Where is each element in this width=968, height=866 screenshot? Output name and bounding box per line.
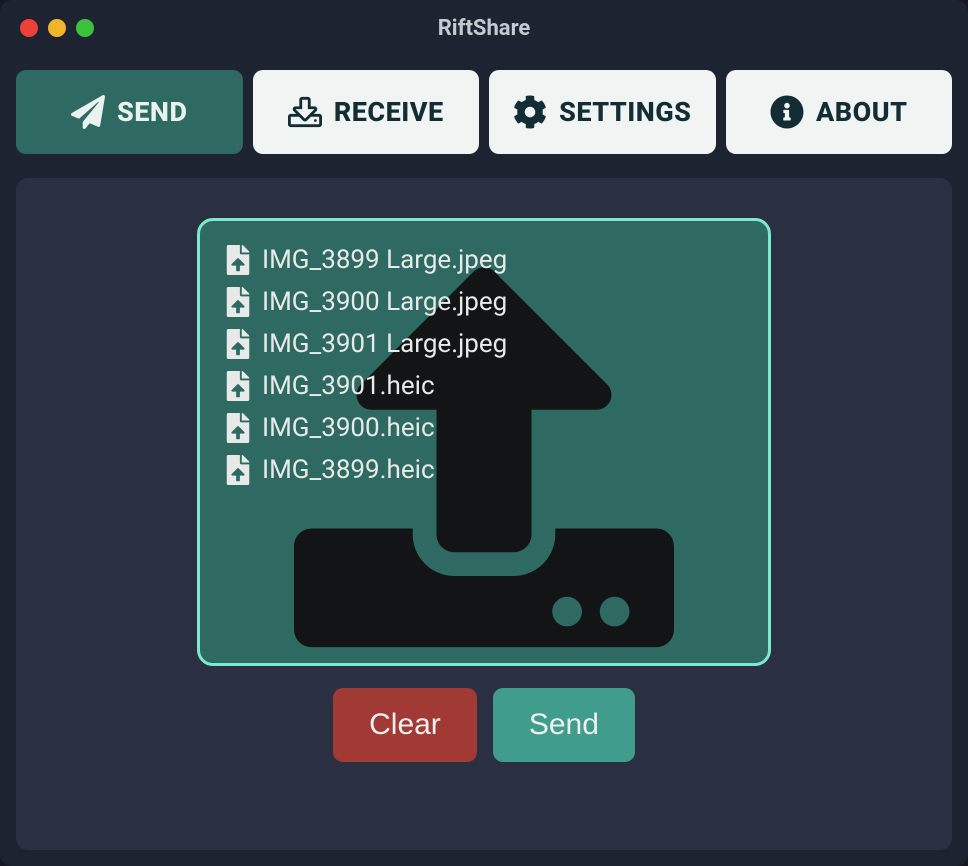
window-controls <box>20 19 94 37</box>
file-list: IMG_3899 Large.jpeg IMG_3900 Large.jpeg … <box>200 221 768 509</box>
minimize-button[interactable] <box>48 19 66 37</box>
clear-button[interactable]: Clear <box>333 688 477 762</box>
maximize-button[interactable] <box>76 19 94 37</box>
file-upload-icon <box>226 371 250 401</box>
file-item[interactable]: IMG_3900 Large.jpeg <box>226 287 742 317</box>
info-icon <box>770 95 804 129</box>
file-item[interactable]: IMG_3899.heic <box>226 455 742 485</box>
file-name: IMG_3899 Large.jpeg <box>262 245 507 275</box>
file-item[interactable]: IMG_3899 Large.jpeg <box>226 245 742 275</box>
tab-about-label: ABOUT <box>816 96 908 128</box>
file-upload-icon <box>226 413 250 443</box>
action-buttons: Clear Send <box>333 688 635 762</box>
file-item[interactable]: IMG_3901.heic <box>226 371 742 401</box>
send-button[interactable]: Send <box>493 688 635 762</box>
tab-settings-label: SETTINGS <box>559 96 691 128</box>
file-upload-icon <box>226 287 250 317</box>
file-name: IMG_3899.heic <box>262 455 435 485</box>
file-upload-icon <box>226 329 250 359</box>
tab-send-label: SEND <box>117 96 187 128</box>
file-name: IMG_3900 Large.jpeg <box>262 287 507 317</box>
download-icon <box>288 95 322 129</box>
file-item[interactable]: IMG_3900.heic <box>226 413 742 443</box>
tab-receive[interactable]: RECEIVE <box>253 70 480 154</box>
file-name: IMG_3901 Large.jpeg <box>262 329 507 359</box>
file-name: IMG_3900.heic <box>262 413 435 443</box>
file-upload-icon <box>226 245 250 275</box>
paper-plane-icon <box>71 95 105 129</box>
file-item[interactable]: IMG_3901 Large.jpeg <box>226 329 742 359</box>
tab-bar: SEND RECEIVE SETTINGS ABOUT <box>0 56 968 162</box>
titlebar: RiftShare <box>0 0 968 56</box>
file-name: IMG_3901.heic <box>262 371 435 401</box>
tab-about[interactable]: ABOUT <box>726 70 953 154</box>
tab-send[interactable]: SEND <box>16 70 243 154</box>
main-window: RiftShare SEND RECEIVE SETTINGS ABOUT <box>0 0 968 866</box>
tab-settings[interactable]: SETTINGS <box>489 70 716 154</box>
tab-receive-label: RECEIVE <box>334 96 444 128</box>
window-title: RiftShare <box>20 16 948 41</box>
gear-icon <box>513 95 547 129</box>
file-dropzone[interactable]: IMG_3899 Large.jpeg IMG_3900 Large.jpeg … <box>197 218 771 666</box>
close-button[interactable] <box>20 19 38 37</box>
file-upload-icon <box>226 455 250 485</box>
content-panel: IMG_3899 Large.jpeg IMG_3900 Large.jpeg … <box>16 178 952 850</box>
